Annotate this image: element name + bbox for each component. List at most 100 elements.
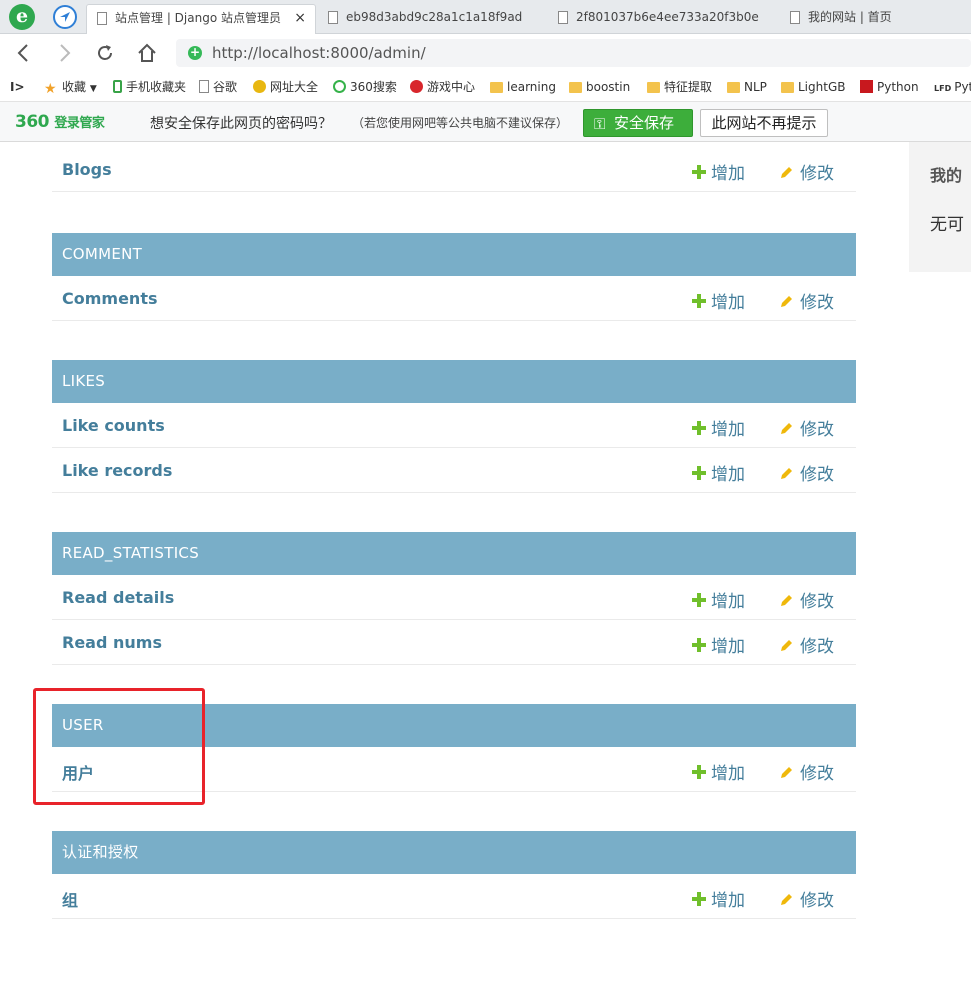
save-password-label: 安全保存 [614,114,675,132]
compass-icon[interactable] [53,5,77,29]
plus-icon [692,294,706,308]
table-row: Read nums 增加 修改 [52,620,856,665]
page-icon [558,11,568,24]
tab-title: 我的网站 | 首页 [808,10,892,24]
add-button[interactable]: 增加 [692,460,745,485]
password-hint: （若您使用网吧等公共电脑不建议保存） [352,116,569,130]
tab-3[interactable]: 2f801037b6e4ee733a20f3b0e [548,4,778,34]
change-button[interactable]: 修改 [779,587,834,612]
url-text: http://localhost:8000/admin/ [212,44,426,62]
dropdown-arrow-icon: ▼ [89,84,97,94]
bookmark-mobile[interactable]: 手机收藏夹 [113,79,186,95]
model-link-read-details[interactable]: Read details [62,588,174,607]
reload-button[interactable] [92,40,118,66]
bookmark-python[interactable]: Python [860,79,919,95]
back-button[interactable] [10,40,36,66]
save-password-button[interactable]: ⚿ 安全保存 [583,109,693,137]
chevron-left-icon [17,44,28,62]
model-link-read-nums[interactable]: Read nums [62,633,162,652]
module-caption[interactable]: COMMENT [52,233,856,276]
add-button[interactable]: 增加 [692,759,745,784]
add-button[interactable]: 增加 [692,886,745,911]
bookmark-web-directory[interactable]: 网址大全 [253,79,318,95]
change-button[interactable]: 修改 [779,632,834,657]
address-toolbar: + http://localhost:8000/admin/ [0,34,971,72]
star-icon: ★ [44,81,57,97]
add-label: 增加 [711,592,745,612]
bookmark-360-search[interactable]: 360搜索 [333,79,397,95]
add-button[interactable]: 增加 [692,159,745,184]
brand-sub: 登录管家 [54,116,105,131]
model-link-groups[interactable]: 组 [62,887,78,911]
add-button[interactable]: 增加 [692,415,745,440]
bookmark-boosting[interactable]: boostin [569,79,630,95]
tab-admin[interactable]: 站点管理 | Django 站点管理员 × [86,4,316,34]
add-button[interactable]: 增加 [692,288,745,313]
key-icon: ⚿ [594,115,606,133]
home-button[interactable] [134,40,160,66]
change-button[interactable]: 修改 [779,159,834,184]
web-icon [253,80,266,93]
close-tab-icon[interactable]: × [294,5,306,31]
bookmark-lightgbm[interactable]: LightGB [781,79,845,95]
recent-actions-panel: 我的 无可 [909,142,971,272]
module-comment: COMMENT Comments 增加 修改 [52,233,856,321]
bookmark-label: boostin [586,80,631,94]
change-button[interactable]: 修改 [779,415,834,440]
bookmark-pyt[interactable]: LFDPyt [934,79,971,95]
bookmark-google[interactable]: 谷歌 [199,79,237,95]
folder-icon [781,82,794,93]
change-label: 修改 [800,164,834,184]
add-button[interactable]: 增加 [692,587,745,612]
module-caption[interactable]: READ_STATISTICS [52,532,856,575]
module-auth: 认证和授权 组 增加 修改 [52,831,856,919]
chevron-right-icon [60,44,71,62]
bookmark-learning[interactable]: learning [490,79,556,95]
module-user: USER 用户 增加 修改 [52,704,856,792]
bookmark-game-center[interactable]: 游戏中心 [410,79,475,95]
model-link-like-counts[interactable]: Like counts [62,416,165,435]
forward-button[interactable] [52,40,78,66]
recent-actions-title: 我的 [930,166,963,185]
module-likes: LIKES Like counts 增加 修改 Like records 增加 … [52,360,856,493]
url-input[interactable]: + http://localhost:8000/admin/ [176,39,971,67]
change-button[interactable]: 修改 [779,759,834,784]
bookmarks-toggle-icon[interactable]: I> [10,79,25,95]
admin-page: Blogs 增加 修改 COMMENT Comments 增加 修改 LIKES… [0,142,971,988]
bookmark-label: 网址大全 [270,80,319,94]
pencil-icon [781,423,792,434]
plus-icon [692,593,706,607]
game-icon [410,80,423,93]
model-link-blogs[interactable]: Blogs [62,160,112,179]
bookmark-feature-extraction[interactable]: 特征提取 [647,79,712,95]
tab-2[interactable]: eb98d3abd9c28a1c1a18f9ad [318,4,546,34]
model-link-like-records[interactable]: Like records [62,461,172,480]
plus-icon [692,165,706,179]
module-caption[interactable]: USER [52,704,856,747]
module-caption[interactable]: 认证和授权 [52,831,856,874]
table-row: Read details 增加 修改 [52,575,856,620]
module-read-statistics: READ_STATISTICS Read details 增加 修改 Read … [52,532,856,665]
tab-4[interactable]: 我的网站 | 首页 [780,4,971,34]
table-row: Comments 增加 修改 [52,276,856,321]
bookmark-label: 手机收藏夹 [126,80,187,94]
browser-logo-icon[interactable]: e [9,4,35,30]
model-link-users[interactable]: 用户 [62,760,94,784]
reload-icon [98,45,112,60]
search360-icon [333,80,346,93]
module-caption[interactable]: LIKES [52,360,856,403]
change-button[interactable]: 修改 [779,886,834,911]
change-button[interactable]: 修改 [779,288,834,313]
add-label: 增加 [711,420,745,440]
change-button[interactable]: 修改 [779,460,834,485]
model-link-comments[interactable]: Comments [62,289,158,308]
pencil-icon [781,894,792,905]
pencil-icon [781,595,792,606]
never-prompt-button[interactable]: 此网站不再提示 [700,109,828,137]
browser-tab-strip: e 站点管理 | Django 站点管理员 × eb98d3abd9c28a1c… [0,0,971,34]
page-icon [97,12,107,25]
bookmark-nlp[interactable]: NLP [727,79,767,95]
add-label: 增加 [711,891,745,911]
bookmark-favorites[interactable]: ★ 收藏 ▼ [44,79,97,97]
add-button[interactable]: 增加 [692,632,745,657]
